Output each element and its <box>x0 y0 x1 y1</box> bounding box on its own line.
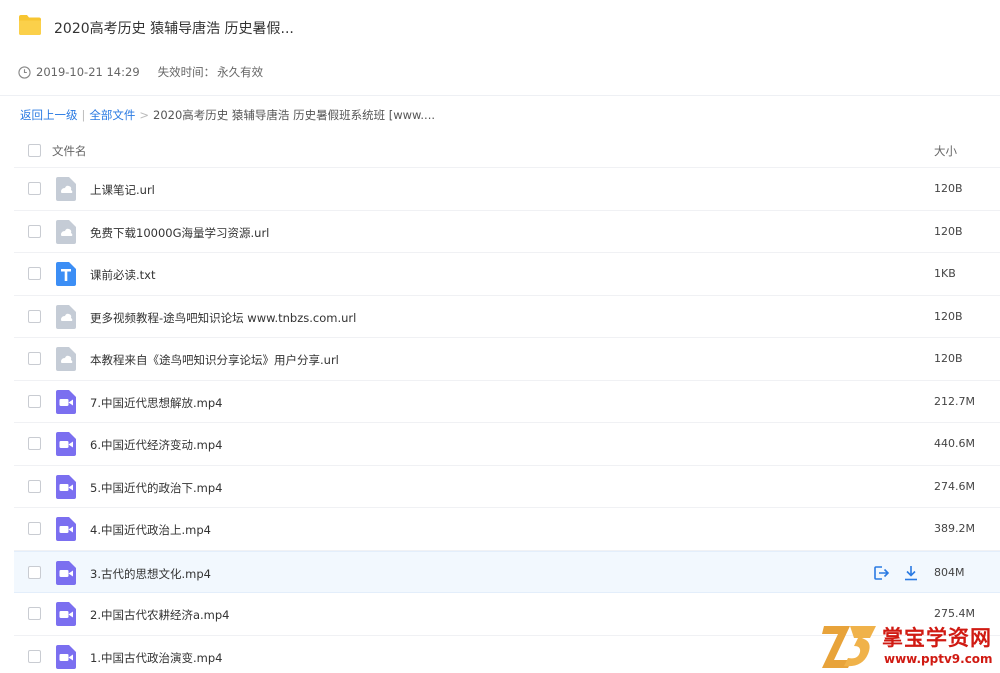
expire-label: 失效时间： <box>157 65 216 79</box>
row-checkbox[interactable] <box>28 224 41 238</box>
file-size: 212.7M <box>934 394 975 408</box>
table-row[interactable]: 4.中国近代政治上.mp4 389.2M <box>14 508 1000 551</box>
file-name[interactable]: 5.中国近代的政治下.mp4 <box>90 480 222 496</box>
file-size: 274.6M <box>934 479 975 493</box>
file-name[interactable]: 7.中国近代思想解放.mp4 <box>90 395 222 411</box>
file-size: 120B <box>934 182 963 195</box>
file-size: 120B <box>934 309 963 323</box>
current-folder: 2020高考历史 猿辅导唐浩 历史暑假班系统班 [www.... <box>153 108 436 122</box>
watermark-name: 掌宝学资网 <box>882 625 992 650</box>
row-checkbox[interactable] <box>28 437 41 450</box>
expire-value: 永久有效 <box>217 65 264 79</box>
table-row[interactable]: 上课笔记.url 120B <box>14 168 1000 211</box>
row-actions <box>872 564 920 582</box>
back-link[interactable]: 返回上一级 <box>20 108 78 122</box>
download-icon[interactable] <box>902 564 920 582</box>
file-list: 上课笔记.url 120B 免费下载10000G海量学习资源.url 120B 课前必读… <box>14 168 1000 673</box>
table-row[interactable]: 3.古代的思想文化.mp4 804M <box>14 550 1000 593</box>
table-row[interactable]: 本教程来自《途鸟吧知识分享论坛》用户分享.url 120B <box>14 338 1000 381</box>
file-name[interactable]: 本教程来自《途鸟吧知识分享论坛》用户分享.url <box>90 352 339 368</box>
file-table: 文件名 大小 上课笔记.url 120B 免费下载10000G海量学习资源.url 1… <box>14 130 1000 673</box>
watermark-logo <box>822 626 876 668</box>
table-row[interactable]: 6.中国近代经济变动.mp4 440.6M <box>14 423 1000 466</box>
breadcrumb-separator: | <box>81 108 86 122</box>
share-header: 2020高考历史 猿辅导唐浩 历史暑假... 2019-10-21 14:29 … <box>0 0 1000 96</box>
file-name[interactable]: 1.中国古代政治演变.mp4 <box>90 650 222 666</box>
row-checkbox[interactable] <box>28 352 41 365</box>
watermark: 掌宝学资网 www.pptv9.com <box>818 618 1000 673</box>
column-size[interactable]: 大小 <box>934 143 957 159</box>
file-name[interactable]: 4.中国近代政治上.mp4 <box>90 522 211 538</box>
file-name[interactable]: 免费下载10000G海量学习资源.url <box>90 225 269 241</box>
table-row[interactable]: 课前必读.txt 1KB <box>14 253 1000 296</box>
share-save-icon[interactable] <box>872 564 890 582</box>
file-size: 389.2M <box>934 522 975 535</box>
file-size: 120B <box>934 352 963 365</box>
row-checkbox[interactable] <box>28 182 41 195</box>
table-row[interactable]: 5.中国近代的政治下.mp4 274.6M <box>14 466 1000 508</box>
breadcrumb: 返回上一级 | 全部文件 >2020高考历史 猿辅导唐浩 历史暑假班系统班 [www.… <box>20 107 435 123</box>
file-size: 120B <box>934 224 963 238</box>
table-row[interactable]: 更多视频教程-途鸟吧知识论坛 www.tnbzs.com.url 120B <box>14 296 1000 338</box>
row-checkbox[interactable] <box>28 394 41 408</box>
share-title: 2020高考历史 猿辅导唐浩 历史暑假... <box>54 21 294 37</box>
row-checkbox[interactable] <box>28 479 41 493</box>
row-checkbox[interactable] <box>28 309 41 323</box>
file-name[interactable]: 课前必读.txt <box>90 267 155 283</box>
all-files-link[interactable]: 全部文件 <box>89 108 135 122</box>
file-size: 440.6M <box>934 437 975 450</box>
file-name[interactable]: 3.古代的思想文化.mp4 <box>90 566 211 582</box>
file-name[interactable]: 6.中国近代经济变动.mp4 <box>90 437 222 453</box>
row-checkbox[interactable] <box>28 267 41 280</box>
row-checkbox[interactable] <box>28 565 41 579</box>
row-checkbox[interactable] <box>28 522 41 535</box>
file-name[interactable]: 2.中国古代农耕经济a.mp4 <box>90 607 230 623</box>
file-size: 1KB <box>934 267 956 280</box>
folder-icon <box>19 15 41 35</box>
file-size: 804M <box>934 565 965 579</box>
file-name[interactable]: 更多视频教程-途鸟吧知识论坛 www.tnbzs.com.url <box>90 310 356 326</box>
watermark-url: www.pptv9.com <box>884 652 993 666</box>
row-checkbox[interactable] <box>28 649 41 663</box>
row-checkbox[interactable] <box>28 607 41 620</box>
table-row[interactable]: 7.中国近代思想解放.mp4 212.7M <box>14 381 1000 423</box>
breadcrumb-arrow: > <box>139 108 150 122</box>
table-header: 文件名 大小 <box>14 130 1000 168</box>
table-row[interactable]: 免费下载10000G海量学习资源.url 120B <box>14 211 1000 253</box>
file-name[interactable]: 上课笔记.url <box>90 182 155 198</box>
column-name[interactable]: 文件名 <box>52 143 87 159</box>
clock-icon <box>18 65 31 79</box>
created-time: 2019-10-21 14:29 <box>36 65 140 79</box>
share-meta: 2019-10-21 14:29 失效时间： 永久有效 <box>18 64 263 80</box>
select-all-checkbox[interactable] <box>28 144 41 157</box>
